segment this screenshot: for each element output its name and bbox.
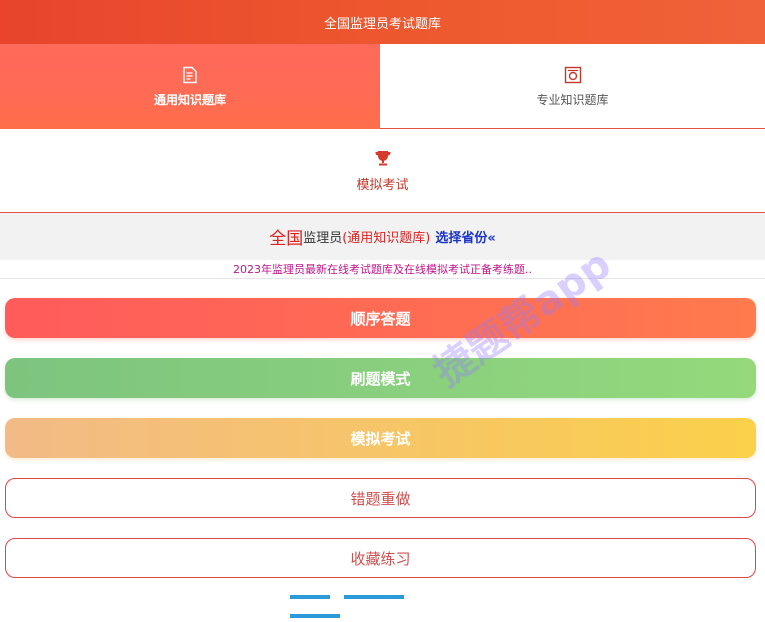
tab-general-knowledge[interactable]: 通用知识题库 <box>0 44 380 129</box>
region-label: 全国 <box>269 229 304 249</box>
tab-row: 通用知识题库 专业知识题库 <box>0 44 765 129</box>
bank-banner: 全国 监理员 (通用知识题库) 选择省份« <box>0 213 765 260</box>
tab-mock-exam[interactable]: 模拟考试 <box>0 129 765 213</box>
role-label: 监理员 <box>303 231 343 246</box>
bottom-decoration <box>290 584 470 618</box>
wrong-question-redo-button[interactable]: 错题重做 <box>5 478 756 518</box>
practice-mode-button[interactable]: 刷题模式 <box>5 358 756 398</box>
sequential-answer-button[interactable]: 顺序答题 <box>5 298 756 338</box>
tab-professional-knowledge[interactable]: 专业知识题库 <box>380 44 765 129</box>
cabinet-icon <box>563 65 583 85</box>
mock-exam-button[interactable]: 模拟考试 <box>5 418 756 458</box>
select-province-link[interactable]: 选择省份« <box>435 227 495 246</box>
favorites-practice-button[interactable]: 收藏练习 <box>5 538 756 578</box>
tab-label: 模拟考试 <box>356 178 409 193</box>
bank-label: (通用知识题库) <box>342 231 431 246</box>
tab-label: 通用知识题库 <box>153 93 226 107</box>
document-edit-icon <box>180 65 200 85</box>
trophy-icon <box>373 148 393 168</box>
marquee-text: 2023年监理员最新在线考试题库及在线模拟考试正备考练题.. <box>233 263 532 276</box>
app-header: 全国监理员考试题库 <box>0 0 765 44</box>
tab-label: 专业知识题库 <box>536 92 609 107</box>
marquee-notice: 2023年监理员最新在线考试题库及在线模拟考试正备考练题.. <box>0 260 765 279</box>
page-title: 全国监理员考试题库 <box>323 16 441 32</box>
